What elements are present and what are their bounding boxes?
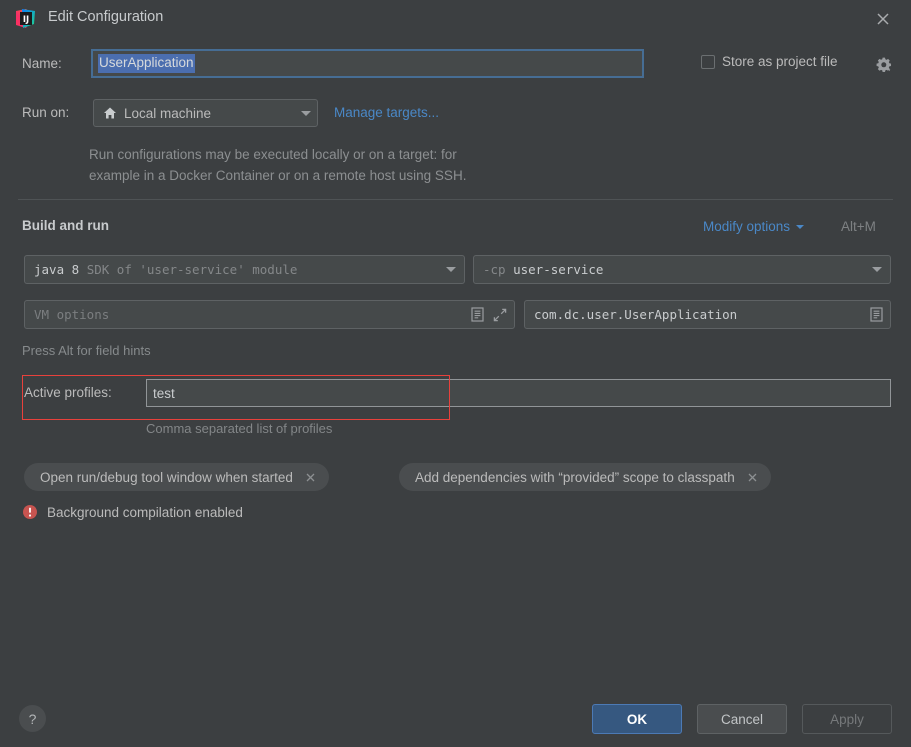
title-bar: IJ Edit Configuration [0, 0, 911, 38]
apply-button[interactable]: Apply [802, 704, 892, 734]
vm-options-placeholder: VM options [34, 307, 110, 322]
option-chip-open-run-debug-tool-window[interactable]: Open run/debug tool window when started [24, 463, 329, 491]
chevron-down-icon [796, 224, 805, 229]
main-class-input[interactable]: com.dc.user.UserApplication [524, 300, 891, 329]
help-button[interactable]: ? [19, 705, 46, 732]
run-on-description: Run configurations may be executed local… [89, 144, 609, 186]
sdk-value-version: java 8 [34, 262, 80, 277]
chevron-down-icon [301, 110, 311, 116]
active-profiles-label: Active profiles: [24, 385, 112, 400]
close-icon[interactable] [746, 471, 759, 484]
classpath-prefix: -cp [483, 262, 506, 277]
jre-sdk-dropdown[interactable]: java 8 SDK of 'user-service' module [24, 255, 465, 284]
ok-button[interactable]: OK [592, 704, 682, 734]
store-as-project-file-row[interactable]: Store as project file [701, 54, 838, 69]
background-compilation-warning-text: Background compilation enabled [47, 504, 243, 520]
field-hint-text: Press Alt for field hints [22, 343, 151, 358]
option-chip-add-provided-scope-dependencies[interactable]: Add dependencies with “provided” scope t… [399, 463, 771, 491]
close-icon[interactable] [871, 7, 895, 31]
vm-options-input[interactable]: VM options [24, 300, 515, 329]
active-profiles-caption: Comma separated list of profiles [146, 421, 333, 436]
run-on-label: Run on: [22, 105, 70, 120]
modify-options-shortcut: Alt+M [841, 219, 876, 234]
expand-icon[interactable] [493, 308, 507, 322]
option-chip-label: Add dependencies with “provided” scope t… [415, 469, 735, 485]
svg-text:IJ: IJ [23, 15, 29, 25]
active-profiles-value: test [153, 385, 175, 401]
chevron-down-icon [446, 267, 456, 272]
run-on-description-line-1: Run configurations may be executed local… [89, 147, 457, 162]
chevron-down-icon [872, 267, 882, 272]
sdk-value-description: SDK of 'user-service' module [86, 262, 298, 277]
option-chip-label: Open run/debug tool window when started [40, 469, 293, 485]
document-icon[interactable] [870, 307, 883, 322]
section-divider [18, 199, 893, 200]
name-input[interactable]: UserApplication [91, 49, 644, 78]
manage-targets-link[interactable]: Manage targets... [334, 105, 439, 120]
close-icon[interactable] [304, 471, 317, 484]
build-and-run-section-title: Build and run [22, 218, 109, 233]
gear-icon[interactable] [875, 56, 893, 74]
classpath-value: user-service [513, 262, 604, 277]
background-compilation-warning: Background compilation enabled [22, 504, 243, 520]
modify-options-link[interactable]: Modify options [703, 219, 805, 234]
document-icon[interactable] [471, 307, 484, 322]
main-class-value: com.dc.user.UserApplication [534, 307, 738, 322]
window-title: Edit Configuration [48, 9, 164, 25]
run-on-target-value: Local machine [124, 105, 212, 121]
store-as-project-file-checkbox[interactable] [701, 54, 715, 69]
modify-options-label: Modify options [703, 219, 791, 234]
intellij-idea-logo-icon: IJ [14, 8, 36, 30]
run-on-description-line-2: example in a Docker Container or on a re… [89, 168, 467, 183]
active-profiles-input[interactable]: test [146, 379, 891, 407]
run-on-target-dropdown[interactable]: Local machine [93, 99, 318, 127]
name-input-value: UserApplication [98, 53, 195, 74]
classpath-module-dropdown[interactable]: -cp user-service [473, 255, 891, 284]
edit-configuration-dialog: IJ Edit Configuration Name: UserApplicat… [0, 0, 911, 747]
name-label: Name: [22, 56, 62, 71]
store-as-project-file-label: Store as project file [722, 54, 838, 69]
cancel-button[interactable]: Cancel [697, 704, 787, 734]
error-circle-icon [22, 504, 38, 520]
home-icon [103, 106, 117, 120]
